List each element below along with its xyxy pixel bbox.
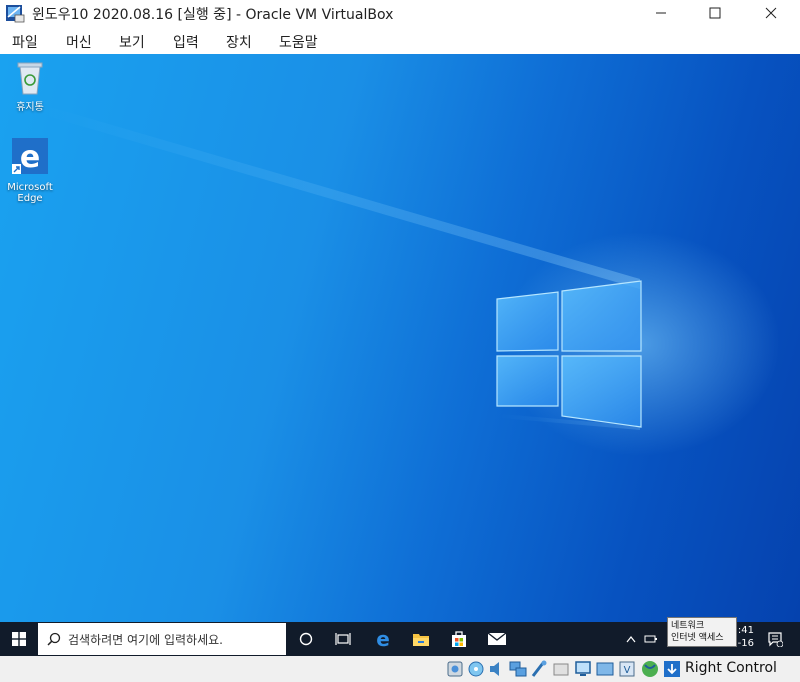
mail-icon xyxy=(487,632,507,645)
task-view-icon xyxy=(335,633,351,645)
title-bar[interactable]: 윈도우10 2020.08.16 [실행 중] - Oracle VM Virt… xyxy=(0,0,800,26)
window-title: 윈도우10 2020.08.16 [실행 중] - Oracle VM Virt… xyxy=(32,7,394,23)
mail-button[interactable] xyxy=(478,622,516,656)
windows-wallpaper-logo xyxy=(40,104,642,430)
menu-devices[interactable]: 장치 xyxy=(226,32,252,52)
virtualization-status-icon[interactable]: V xyxy=(618,659,636,679)
store-icon xyxy=(452,631,466,647)
tooltip-status: 인터넷 액세스 xyxy=(671,633,724,643)
recycle-bin-label: 휴지통 xyxy=(16,102,44,113)
virtualbox-app-icon xyxy=(5,3,25,23)
menu-bar: 파일 머신 보기 입력 장치 도움말 xyxy=(0,26,800,54)
battery-button[interactable] xyxy=(642,622,660,656)
svg-text:e: e xyxy=(376,629,390,649)
video-capture-status-icon[interactable] xyxy=(596,659,614,679)
task-view-button[interactable] xyxy=(324,622,362,656)
audio-status-icon[interactable] xyxy=(488,659,506,679)
shared-folders-status-icon[interactable] xyxy=(552,659,570,679)
edge-label: Microsoft Edge xyxy=(7,182,53,204)
virtualbox-status-bar: V Right Control xyxy=(0,656,800,682)
mouse-integration-status-icon[interactable] xyxy=(640,659,658,679)
optical-drive-status-icon[interactable] xyxy=(467,659,485,679)
menu-machine[interactable]: 머신 xyxy=(66,32,92,52)
edge-icon: e xyxy=(376,629,390,649)
desktop-icon-edge[interactable]: e Microsoft Edge xyxy=(0,136,60,204)
svg-text:e: e xyxy=(20,140,40,175)
display-status-icon[interactable] xyxy=(574,659,592,679)
menu-file[interactable]: 파일 xyxy=(12,32,38,52)
close-icon xyxy=(765,7,777,19)
edge-icon: e xyxy=(12,138,48,175)
host-key-label: Right Control xyxy=(685,660,777,676)
cortana-icon xyxy=(299,632,313,646)
action-center-button[interactable] xyxy=(760,622,790,656)
network-tooltip: 네트워크 인터넷 액세스 xyxy=(667,617,737,647)
recycle-bin-icon xyxy=(17,62,43,95)
guest-desktop[interactable]: 휴지통 e Microsoft Edge xyxy=(0,54,800,622)
svg-text:V: V xyxy=(624,665,631,676)
cortana-button[interactable] xyxy=(288,622,324,656)
hard-disk-status-icon[interactable] xyxy=(446,659,464,679)
taskbar-edge-button[interactable]: e xyxy=(364,622,402,656)
file-explorer-button[interactable] xyxy=(402,622,440,656)
minimize-button[interactable] xyxy=(638,0,684,26)
file-explorer-icon xyxy=(413,634,429,646)
desktop-icon-recycle-bin[interactable]: 휴지통 xyxy=(0,60,60,113)
usb-status-icon[interactable] xyxy=(530,659,548,679)
menu-help[interactable]: 도움말 xyxy=(279,32,318,52)
chevron-up-icon xyxy=(626,636,636,643)
minimize-icon xyxy=(656,12,666,14)
close-button[interactable] xyxy=(748,0,794,26)
menu-input[interactable]: 입력 xyxy=(173,32,199,52)
notification-icon xyxy=(768,632,783,647)
store-button[interactable] xyxy=(440,622,478,656)
battery-icon xyxy=(644,635,657,643)
show-hidden-icons-button[interactable] xyxy=(622,622,640,656)
maximize-icon xyxy=(709,7,721,19)
search-placeholder: 검색하려면 여기에 입력하세요. xyxy=(68,633,223,647)
maximize-button[interactable] xyxy=(692,0,738,26)
menu-view[interactable]: 보기 xyxy=(119,32,145,52)
windows-start-icon xyxy=(12,632,26,646)
search-icon xyxy=(47,632,61,646)
taskbar-search-box[interactable]: 검색하려면 여기에 입력하세요. xyxy=(38,623,286,655)
keyboard-capture-status-icon[interactable] xyxy=(663,659,681,679)
tooltip-title: 네트워크 xyxy=(671,621,705,631)
network-status-icon[interactable] xyxy=(509,659,527,679)
start-button[interactable] xyxy=(0,622,38,656)
